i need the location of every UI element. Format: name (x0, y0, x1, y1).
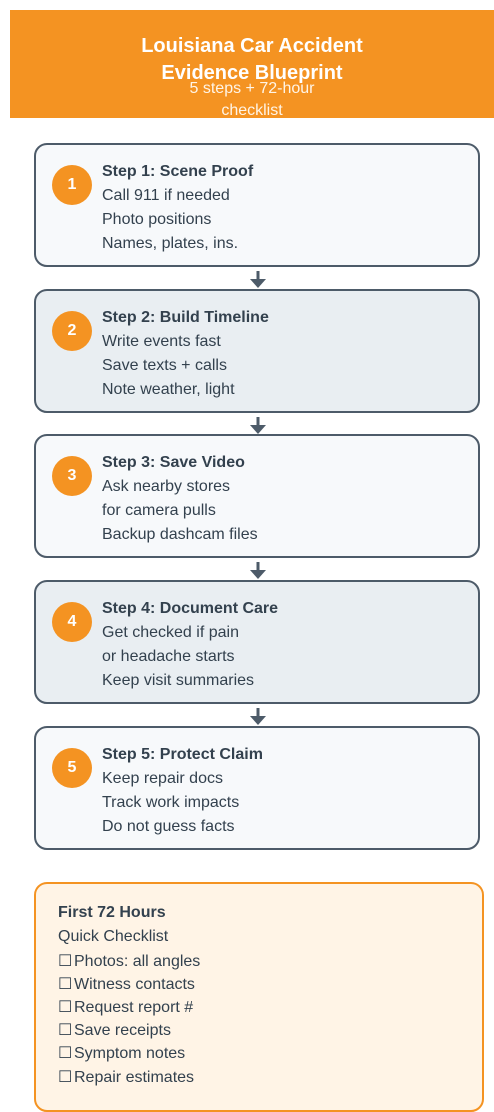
checklist-item-label: Repair estimates (74, 1069, 195, 1086)
step-line: for camera pulls (102, 502, 216, 519)
checkbox-icon: ☐ (58, 1069, 73, 1086)
step-card-1: 1 Step 1: Scene Proof Call 911 if needed… (34, 143, 480, 267)
step-line: Save texts + calls (102, 357, 227, 374)
down-arrow-icon (250, 417, 266, 434)
step-line: Ask nearby stores (102, 478, 231, 495)
step-title: Step 2: Build Timeline (102, 309, 269, 326)
checkbox-icon: ☐ (58, 953, 73, 970)
diagram-subtitle-line1: 5 steps + 72-hour (189, 80, 315, 97)
checklist-item-label: Request report # (74, 999, 194, 1016)
step-line: Photo positions (102, 211, 212, 228)
step-card-3: 3 Step 3: Save Video Ask nearby stores f… (34, 434, 480, 558)
step-line: Note weather, light (102, 381, 235, 398)
checkbox-icon: ☐ (58, 1022, 73, 1039)
step-line: Keep repair docs (102, 770, 223, 787)
step-card-2: 2 Step 2: Build Timeline Write events fa… (34, 289, 480, 413)
checklist-item: ☐ Photos: all angles (58, 951, 200, 971)
step-title: Step 4: Document Care (102, 600, 279, 617)
step-card-4: 4 Step 4: Document Care Get checked if p… (34, 580, 480, 704)
step-line: Names, plates, ins. (102, 235, 239, 252)
checklist-item-label: Photos: all angles (74, 953, 201, 970)
checkbox-icon: ☐ (58, 976, 73, 993)
step-line: Write events fast (102, 333, 221, 350)
step-card-5: 5 Step 5: Protect Claim Keep repair docs… (34, 726, 480, 850)
checklist-item: ☐ Request report # (58, 997, 193, 1017)
step-line: Keep visit summaries (102, 672, 255, 689)
down-arrow-icon (250, 271, 266, 288)
step-line: Track work impacts (102, 794, 240, 811)
step-badge: 1 (52, 165, 92, 205)
checklist-item-label: Symptom notes (74, 1045, 186, 1062)
checklist-subtitle: Quick Checklist (58, 928, 169, 945)
checklist-item: ☐ Witness contacts (58, 974, 195, 994)
down-arrow-icon (250, 708, 266, 725)
checklist-item: ☐ Repair estimates (58, 1067, 194, 1087)
diagram-subtitle-line2: checklist (221, 102, 283, 119)
step-badge: 4 (52, 602, 92, 642)
step-title: Step 1: Scene Proof (102, 163, 254, 180)
step-line: Backup dashcam files (102, 526, 258, 543)
header-banner: Louisiana Car Accident Evidence Blueprin… (10, 10, 494, 119)
step-badge: 3 (52, 456, 92, 496)
checklist-item-label: Witness contacts (74, 976, 195, 993)
checklist-item-label: Save receipts (74, 1022, 171, 1039)
checklist-title: First 72 Hours (58, 904, 166, 921)
first-72-hours-panel: First 72 Hours Quick Checklist ☐ Photos: … (34, 882, 484, 1112)
step-badge: 5 (52, 748, 92, 788)
step-line: Do not guess facts (102, 818, 235, 835)
diagram-title-line1: Louisiana Car Accident (141, 35, 363, 57)
checkbox-icon: ☐ (58, 1045, 73, 1062)
step-line: Get checked if pain (102, 624, 239, 641)
step-line: or headache starts (102, 648, 235, 665)
checklist-item: ☐ Save receipts (58, 1020, 171, 1040)
checklist-item: ☐ Symptom notes (58, 1043, 185, 1063)
down-arrow-icon (250, 562, 266, 579)
step-badge: 2 (52, 311, 92, 351)
step-title: Step 3: Save Video (102, 454, 245, 471)
checkbox-icon: ☐ (58, 999, 73, 1016)
step-title: Step 5: Protect Claim (102, 746, 263, 763)
step-line: Call 911 if needed (102, 187, 230, 204)
